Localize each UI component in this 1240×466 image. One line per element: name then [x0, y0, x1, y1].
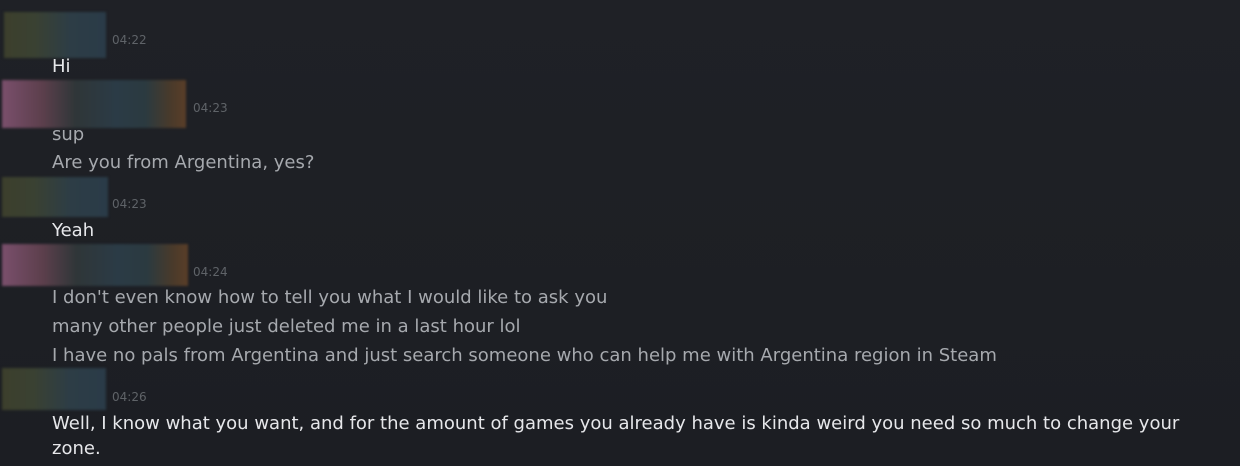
chat-message: sup — [52, 124, 85, 145]
chat-message: Well, I know what you want, and for the … — [52, 413, 1180, 459]
friend-avatar[interactable] — [2, 244, 188, 286]
message-timestamp: 04:26 — [112, 390, 147, 404]
message-timestamp: 04:23 — [112, 197, 147, 211]
chat-message: Yeah — [52, 220, 95, 241]
chat-log: 04:22 Hi 04:23 sup Are you from Argentin… — [0, 0, 1240, 466]
user-avatar[interactable] — [2, 177, 108, 217]
user-avatar[interactable] — [4, 12, 106, 58]
chat-message: Hi — [52, 56, 71, 77]
message-timestamp: 04:22 — [112, 33, 147, 47]
chat-message: Are you from Argentina, yes? — [52, 152, 315, 173]
user-avatar[interactable] — [2, 368, 106, 410]
message-timestamp: 04:24 — [193, 265, 228, 279]
message-timestamp: 04:23 — [193, 101, 228, 115]
friend-avatar[interactable] — [2, 80, 186, 128]
chat-message: many other people just deleted me in a l… — [52, 316, 521, 337]
chat-message: I have no pals from Argentina and just s… — [52, 345, 997, 366]
chat-message: I don't even know how to tell you what I… — [52, 287, 608, 308]
